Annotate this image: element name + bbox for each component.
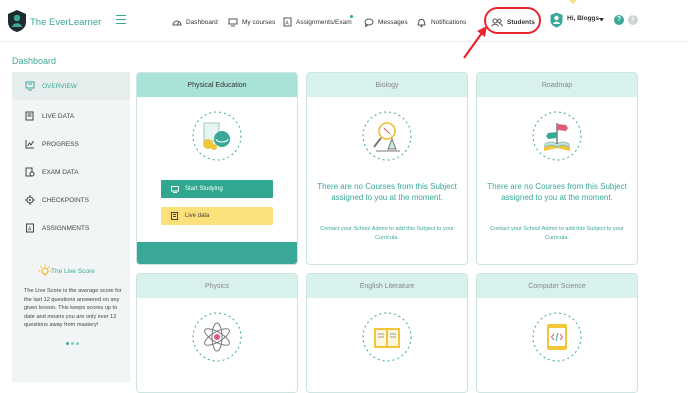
help-icon[interactable]: ?: [614, 15, 624, 25]
open-book-icon: [362, 312, 412, 362]
nav-dashboard[interactable]: Dashboard: [172, 15, 218, 29]
nav-assignments-label: Assignments/Exam: [296, 18, 352, 26]
sidebar-item-exam-data[interactable]: EXAM DATA: [12, 158, 130, 186]
sidebar-item-assignments[interactable]: A ASSIGNMENTS: [12, 214, 130, 242]
nav-my-courses[interactable]: My courses: [228, 15, 275, 29]
subject-card-computer-science[interactable]: Computer Science: [476, 273, 638, 393]
decorative-triangle-icon: [569, 0, 577, 4]
exam-data-icon: [25, 167, 35, 177]
message-icon: [364, 18, 374, 27]
progress-icon: [25, 140, 34, 149]
everlearner-logo-icon[interactable]: [7, 9, 27, 33]
card-title: Physics: [137, 274, 297, 298]
live-data-button[interactable]: Live data: [161, 207, 273, 225]
contact-admin-text: Contact your School Admin to add this Su…: [490, 226, 624, 241]
card-footer-bar: [137, 242, 297, 264]
nav-my-courses-label: My courses: [242, 18, 276, 26]
card-title: English Literature: [307, 274, 467, 298]
sidebar: OVERVIEW LIVE DATA PROGRESS EXAM DATA CH…: [12, 72, 130, 382]
start-studying-button[interactable]: Start Studying: [161, 180, 273, 198]
card-title: Roadmap: [477, 73, 637, 97]
sidebar-item-label: PROGRESS: [42, 140, 79, 148]
checkpoints-icon: [25, 195, 35, 205]
start-studying-label: Start Studying: [185, 186, 223, 192]
no-courses-message: There are no Courses from this Subject a…: [317, 182, 457, 202]
nav-messages[interactable]: Messages: [364, 15, 408, 29]
sidebar-item-progress[interactable]: PROGRESS: [12, 130, 130, 158]
monitor-icon: [228, 18, 238, 26]
dashboard-icon: [172, 20, 182, 25]
assignment-icon: A: [283, 17, 292, 27]
sidebar-item-label: ASSIGNMENTS: [42, 224, 90, 232]
sidebar-item-label: CHECKPOINTS: [42, 196, 89, 204]
code-document-icon: [532, 312, 582, 362]
new-assignment-indicator: [350, 15, 353, 18]
nav-dashboard-label: Dashboard: [186, 18, 218, 26]
page-title: Dashboard: [12, 56, 57, 66]
bell-icon: [417, 18, 426, 27]
live-data-icon: [25, 111, 34, 121]
annotation-arrow: [463, 26, 487, 59]
live-score-title: The Live Score: [51, 268, 95, 275]
nav-messages-label: Messages: [378, 18, 408, 26]
lightbulb-icon: [38, 264, 52, 276]
card-title: Computer Science: [477, 274, 637, 298]
assignments-icon: A: [26, 223, 34, 233]
subject-card-english-literature[interactable]: English Literature: [306, 273, 468, 393]
live-data-icon: [171, 212, 178, 220]
card-title: Biology: [307, 73, 467, 97]
live-score-description: The Live Score is the average score for …: [24, 288, 122, 329]
physics-atom-icon: [192, 312, 242, 362]
user-greeting[interactable]: Hi, Bloggs: [567, 15, 599, 22]
svg-text:A: A: [28, 227, 32, 233]
subject-card-biology[interactable]: Biology There are no Courses from this S…: [306, 72, 468, 265]
sidebar-item-checkpoints[interactable]: CHECKPOINTS: [12, 186, 130, 214]
subject-card-physical-education[interactable]: Physical Education Start Studying Live d…: [136, 72, 298, 265]
monitor-icon: [171, 185, 179, 193]
sidebar-item-overview[interactable]: OVERVIEW: [12, 72, 130, 100]
sidebar-item-label: EXAM DATA: [42, 168, 79, 176]
no-courses-message: There are no Courses from this Subject a…: [487, 182, 627, 202]
carousel-dots[interactable]: [66, 342, 79, 345]
nav-assignments-exam[interactable]: A Assignments/Exam: [283, 15, 352, 29]
students-highlight-circle: [484, 7, 541, 34]
sidebar-item-label: OVERVIEW: [42, 82, 77, 90]
brand-name[interactable]: The EverLearner: [30, 17, 101, 28]
sidebar-item-live-data[interactable]: LIVE DATA: [12, 102, 130, 130]
info-icon[interactable]: i: [628, 15, 638, 25]
nav-notifications[interactable]: Notifications: [416, 15, 466, 29]
chevron-down-icon[interactable]: [599, 18, 604, 22]
user-avatar-icon[interactable]: [550, 12, 563, 28]
subject-card-physics[interactable]: Physics: [136, 273, 298, 393]
card-title: Physical Education: [137, 73, 297, 97]
hamburger-menu-icon[interactable]: [116, 15, 126, 25]
top-navigation-bar: The EverLearner Dashboard My courses A A…: [0, 0, 688, 42]
live-data-label: Live data: [185, 213, 210, 219]
svg-text:A: A: [285, 21, 289, 27]
biology-magnifier-icon: [362, 111, 412, 161]
subject-card-roadmap[interactable]: Roadmap There are no Courses from this S…: [476, 72, 638, 265]
roadmap-book-icon: [532, 111, 582, 161]
contact-admin-text: Contact your School Admin to add this Su…: [320, 226, 454, 241]
overview-icon: [25, 81, 35, 91]
sidebar-item-label: LIVE DATA: [42, 112, 75, 120]
physical-education-icon: [192, 111, 242, 161]
